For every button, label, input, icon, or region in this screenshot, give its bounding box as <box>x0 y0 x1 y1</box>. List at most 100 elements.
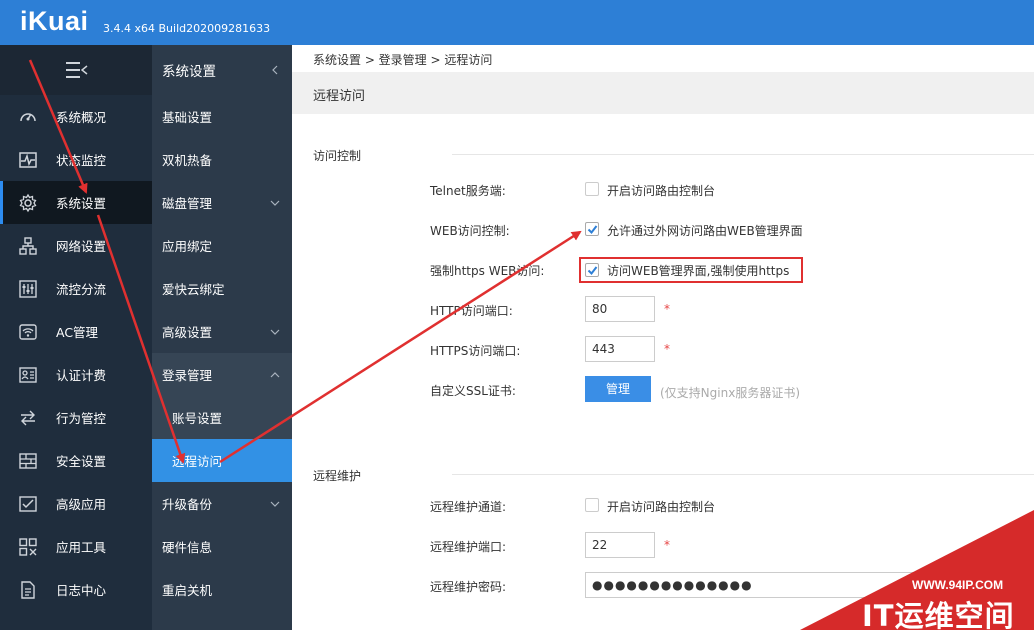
primary-nav-list: 系统概况 状态监控 系统设置 网络设置 流控分流 AC管理 认证计费 行为管控 <box>0 95 152 611</box>
title-bar: 远程访问 <box>292 72 1034 114</box>
force-https-checkbox[interactable] <box>585 263 599 277</box>
sidebar-item-monitor[interactable]: 状态监控 <box>0 138 152 181</box>
remote-port-input[interactable]: 22 <box>585 532 655 558</box>
chevron-down-icon <box>270 329 280 335</box>
web-access-checkbox[interactable] <box>585 222 599 236</box>
sidebar-item-overview[interactable]: 系统概况 <box>0 95 152 138</box>
web-access-checkbox-text: 允许通过外网访问路由WEB管理界面 <box>607 224 803 238</box>
force-https-checkbox-text: 访问WEB管理界面,强制使用https <box>607 264 790 278</box>
submenu-item-label: 升级备份 <box>162 497 213 512</box>
submenu-item-hardware[interactable]: 硬件信息 <box>152 525 292 568</box>
submenu-item-label: 双机热备 <box>162 153 213 168</box>
sidebar-item-label: 安全设置 <box>56 454 107 469</box>
checklist-icon <box>18 494 38 514</box>
sidebar-item-label: 高级应用 <box>56 497 107 512</box>
submenu-item-label: 基础设置 <box>162 110 213 125</box>
submenu-item-login-manage[interactable]: 登录管理 <box>152 353 292 396</box>
submenu-item-disk[interactable]: 磁盘管理 <box>152 181 292 224</box>
sidebar-item-label: AC管理 <box>56 325 99 340</box>
submenu-item-label: 重启关机 <box>162 583 213 598</box>
sidebar-item-app-tools[interactable]: 应用工具 <box>0 525 152 568</box>
submenu-item-account[interactable]: 账号设置 <box>152 396 292 439</box>
top-header: iKuai 3.4.4 x64 Build202009281633 <box>0 0 1034 45</box>
pulse-icon <box>18 150 38 170</box>
submenu-item-basic[interactable]: 基础设置 <box>152 95 292 138</box>
sidebar-item-behavior-control[interactable]: 行为管控 <box>0 396 152 439</box>
submenu-title[interactable]: 系统设置 <box>152 45 292 95</box>
sliders-icon <box>18 279 38 299</box>
primary-sidebar: 系统概况 状态监控 系统设置 网络设置 流控分流 AC管理 认证计费 行为管控 <box>0 45 152 630</box>
watermark-url: WWW.94IP.COM <box>912 578 1004 592</box>
sidebar-item-label: 状态监控 <box>56 153 107 168</box>
ssl-hint: (仅支持Nginx服务器证书) <box>660 386 800 400</box>
watermark-name: IT运维空间 <box>862 599 1015 630</box>
required-mark: * <box>664 342 670 356</box>
submenu-title-text: 系统设置 <box>162 64 216 80</box>
section-remote-maintenance: 远程维护 <box>313 469 362 483</box>
page-title: 远程访问 <box>313 89 366 104</box>
submenu-item-label: 爱快云绑定 <box>162 282 225 297</box>
sidebar-item-label: 流控分流 <box>56 282 107 297</box>
sidebar-item-flow-control[interactable]: 流控分流 <box>0 267 152 310</box>
section-access-control: 访问控制 <box>313 149 362 163</box>
checkmark-icon <box>587 266 598 276</box>
submenu-item-label: 应用绑定 <box>162 239 213 254</box>
breadcrumb: 系统设置 > 登录管理 > 远程访问 <box>313 53 493 67</box>
ssl-cert-label: 自定义SSL证书: <box>430 384 516 398</box>
submenu-item-advanced[interactable]: 高级设置 <box>152 310 292 353</box>
telnet-checkbox-text: 开启访问路由控制台 <box>607 184 716 198</box>
submenu-item-label: 磁盘管理 <box>162 196 213 211</box>
sidebar-item-ac-manage[interactable]: AC管理 <box>0 310 152 353</box>
web-access-label: WEB访问控制: <box>430 224 510 238</box>
ssl-manage-button[interactable]: 管理 <box>585 376 651 402</box>
swap-icon <box>18 408 38 428</box>
sidebar-item-label: 日志中心 <box>56 583 107 598</box>
section-divider <box>452 474 1034 475</box>
sidebar-item-label: 应用工具 <box>56 540 107 555</box>
https-port-label: HTTPS访问端口: <box>430 344 521 358</box>
chevron-left-icon <box>272 65 278 75</box>
http-port-input[interactable]: 80 <box>585 296 655 322</box>
submenu-item-label: 远程访问 <box>172 454 223 469</box>
required-mark: * <box>664 302 670 316</box>
submenu-item-reboot[interactable]: 重启关机 <box>152 568 292 611</box>
sidebar-item-label: 网络设置 <box>56 239 107 254</box>
sidebar-item-label: 系统设置 <box>56 196 107 211</box>
sidebar-item-label: 行为管控 <box>56 411 107 426</box>
submenu-sidebar: 系统设置 基础设置 双机热备 磁盘管理 应用绑定 爱快云绑定 高级设置 登录管理… <box>152 45 292 630</box>
submenu-item-remote-access[interactable]: 远程访问 <box>152 439 292 482</box>
submenu-item-cloud-binding[interactable]: 爱快云绑定 <box>152 267 292 310</box>
sidebar-item-log-center[interactable]: 日志中心 <box>0 568 152 611</box>
sidebar-item-auth-billing[interactable]: 认证计费 <box>0 353 152 396</box>
remote-channel-label: 远程维护通道: <box>430 500 507 514</box>
telnet-label: Telnet服务端: <box>430 184 506 198</box>
wifi-icon <box>18 322 38 342</box>
dashboard-icon <box>18 107 38 127</box>
submenu-item-hot-standby[interactable]: 双机热备 <box>152 138 292 181</box>
menu-toggle-button[interactable] <box>0 45 152 95</box>
collapse-menu-icon <box>66 62 88 78</box>
https-port-input[interactable]: 443 <box>585 336 655 362</box>
submenu-item-label: 登录管理 <box>162 368 213 383</box>
remote-channel-checkbox-text: 开启访问路由控制台 <box>607 500 716 514</box>
telnet-checkbox[interactable] <box>585 182 599 196</box>
gear-icon <box>18 193 38 213</box>
id-card-icon <box>18 365 38 385</box>
sidebar-item-network[interactable]: 网络设置 <box>0 224 152 267</box>
submenu-item-app-binding[interactable]: 应用绑定 <box>152 224 292 267</box>
document-icon <box>18 580 38 600</box>
chevron-down-icon <box>270 200 280 206</box>
checkmark-icon <box>587 225 598 235</box>
ikuai-logo: iKuai <box>20 6 89 36</box>
remote-channel-checkbox[interactable] <box>585 498 599 512</box>
sidebar-item-system-settings[interactable]: 系统设置 <box>0 181 152 224</box>
sidebar-item-label: 认证计费 <box>56 368 107 383</box>
remote-port-label: 远程维护端口: <box>430 540 507 554</box>
sidebar-item-security[interactable]: 安全设置 <box>0 439 152 482</box>
sidebar-item-advanced-apps[interactable]: 高级应用 <box>0 482 152 525</box>
chevron-down-icon <box>270 501 280 507</box>
required-mark: * <box>664 538 670 552</box>
tools-icon <box>18 537 38 557</box>
submenu-item-upgrade-backup[interactable]: 升级备份 <box>152 482 292 525</box>
network-icon <box>18 236 38 256</box>
